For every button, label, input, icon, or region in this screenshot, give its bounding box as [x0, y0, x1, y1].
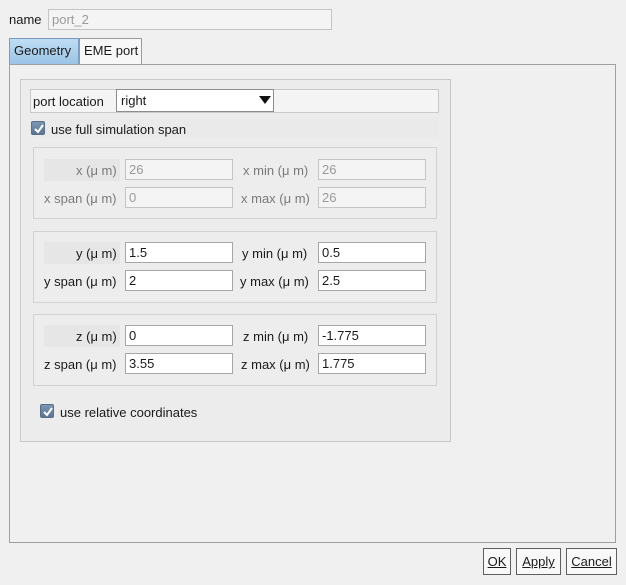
ymin-field[interactable]: 0.5 [318, 242, 426, 263]
ymax-field[interactable]: 2.5 [318, 270, 426, 291]
x-field[interactable]: 26 [125, 159, 233, 180]
full-span-checkbox[interactable] [31, 121, 45, 135]
xmax-label: x max (μ m) [241, 191, 310, 206]
ok-button[interactable]: OK [483, 548, 511, 575]
z-field[interactable]: 0 [125, 325, 233, 346]
name-label: name [9, 12, 42, 27]
full-span-label: use full simulation span [51, 122, 187, 137]
ymin-label: y min (μ m) [242, 246, 308, 261]
port-location-label: port location [33, 94, 104, 109]
relative-coords-label: use relative coordinates [60, 405, 198, 420]
xmax-field[interactable]: 26 [318, 187, 426, 208]
zmax-field[interactable]: 1.775 [318, 353, 426, 374]
zmin-field[interactable]: -1.775 [318, 325, 426, 346]
tab-geometry[interactable]: Geometry [9, 38, 79, 64]
x-label: x (μ m) [76, 163, 117, 178]
tab-eme-port[interactable]: EME port [79, 38, 142, 64]
xmin-field[interactable]: 26 [318, 159, 426, 180]
name-field[interactable]: port_2 [48, 9, 332, 30]
apply-button[interactable]: Apply [516, 548, 561, 575]
z-label: z (μ m) [76, 329, 117, 344]
yspan-field[interactable]: 2 [125, 270, 233, 291]
port-location-value: right [121, 93, 147, 108]
zmin-label: z min (μ m) [243, 329, 309, 344]
x-group [33, 147, 437, 219]
cancel-button[interactable]: Cancel [566, 548, 617, 575]
checkmark-icon [43, 407, 53, 417]
port-location-select[interactable]: right [116, 89, 274, 112]
xspan-field[interactable]: 0 [125, 187, 233, 208]
xmin-label: x min (μ m) [243, 163, 309, 178]
chevron-down-icon [259, 96, 271, 104]
zspan-field[interactable]: 3.55 [125, 353, 233, 374]
xspan-label: x span (μ m) [44, 191, 117, 206]
y-field[interactable]: 1.5 [125, 242, 233, 263]
relative-coords-checkbox[interactable] [40, 404, 54, 418]
yspan-label: y span (μ m) [44, 274, 117, 289]
zmax-label: z max (μ m) [241, 357, 310, 372]
ymax-label: y max (μ m) [240, 274, 309, 289]
y-label: y (μ m) [76, 246, 117, 261]
zspan-label: z span (μ m) [44, 357, 117, 372]
checkmark-icon [34, 124, 44, 134]
